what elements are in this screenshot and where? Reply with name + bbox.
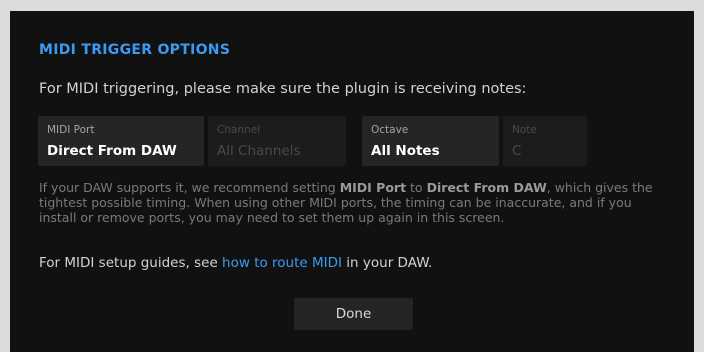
channel-select: Channel All Channels [208, 116, 346, 166]
done-button[interactable]: Done [294, 298, 413, 330]
midi-port-select[interactable]: MIDI Port Direct From DAW [38, 116, 204, 166]
setup-guides-text: For MIDI setup guides, see how to route … [39, 255, 432, 271]
note-label: Note [512, 124, 537, 136]
intro-text: For MIDI triggering, please make sure th… [39, 81, 527, 97]
midi-port-label: MIDI Port [47, 124, 95, 136]
guides-prefix: For MIDI setup guides, see [39, 255, 223, 271]
recommendation-note: If your DAW supports it, we recommend se… [39, 180, 671, 225]
note-select: Note C [503, 116, 587, 166]
midi-port-value: Direct From DAW [47, 143, 177, 159]
channel-value: All Channels [217, 143, 301, 159]
dialog-title: MIDI TRIGGER OPTIONS [39, 42, 231, 58]
midi-trigger-options-dialog: MIDI TRIGGER OPTIONS For MIDI triggering… [10, 11, 694, 352]
octave-select[interactable]: Octave All Notes [362, 116, 499, 166]
channel-label: Channel [217, 124, 261, 136]
note-text-1: If your DAW supports it, we recommend se… [39, 180, 340, 195]
octave-label: Octave [371, 124, 409, 136]
octave-value: All Notes [371, 143, 440, 159]
note-value: C [512, 143, 522, 159]
note-text-2: to [406, 180, 427, 195]
route-midi-link[interactable]: how to route MIDI [222, 255, 342, 271]
guides-suffix: in your DAW. [342, 255, 433, 271]
note-bold-direct-from-daw: Direct From DAW [426, 180, 547, 195]
note-bold-midi-port: MIDI Port [339, 180, 407, 195]
